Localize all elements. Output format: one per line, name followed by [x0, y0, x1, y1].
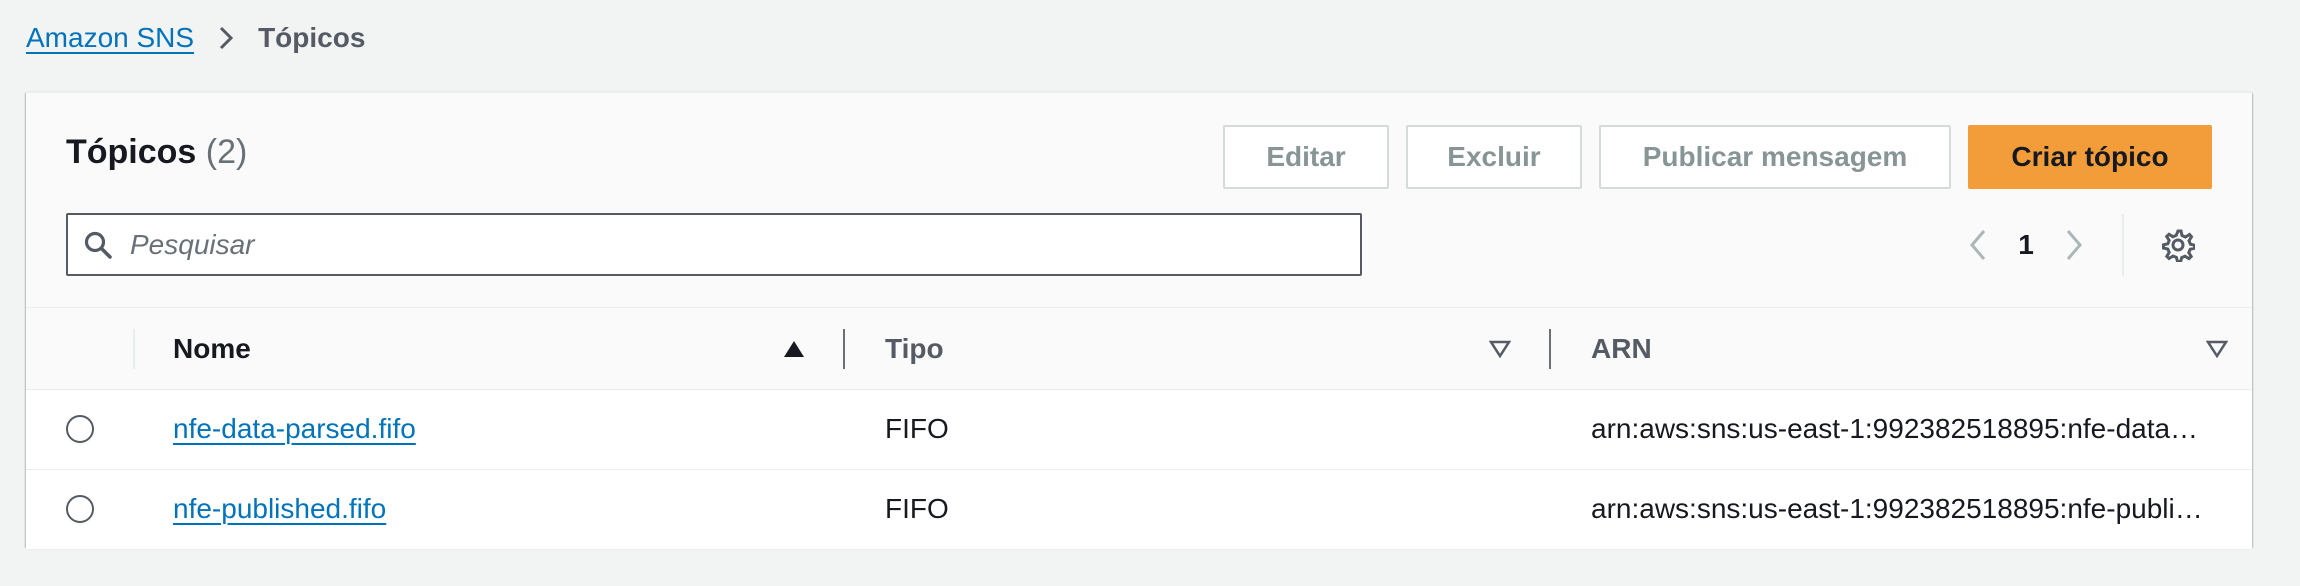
- arn-cell: arn:aws:sns:us-east-1:992382518895:nfe-p…: [1591, 493, 2203, 525]
- panel-header: Tópicos (2) Editar Excluir Publicar mens…: [26, 93, 2252, 308]
- search-icon: [68, 230, 128, 260]
- row-select-cell: [26, 389, 133, 469]
- breadcrumb-link-amazon-sns[interactable]: Amazon SNS: [26, 22, 194, 54]
- name-column-label: Nome: [173, 332, 251, 364]
- row-radio-button[interactable]: [66, 495, 94, 524]
- type-column-header[interactable]: Tipo: [845, 309, 1551, 389]
- name-cell: nfe-data-parsed.fifo: [133, 389, 845, 469]
- sort-descending-icon[interactable]: [1488, 333, 1512, 365]
- table-row: nfe-data-parsed.fifo FIFO arn:aws:sns:us…: [26, 389, 2252, 469]
- page-title-text: Tópicos: [66, 133, 197, 171]
- row-select-cell: [26, 469, 133, 549]
- pagination: 1: [1950, 214, 2206, 276]
- type-cell: FIFO: [885, 413, 949, 444]
- arn-cell: arn:aws:sns:us-east-1:992382518895:nfe-d…: [1591, 413, 2199, 444]
- search-box: [66, 213, 1362, 276]
- search-input[interactable]: [128, 215, 1360, 274]
- page-title: Tópicos (2): [66, 133, 247, 172]
- previous-page-button[interactable]: [1950, 228, 2006, 262]
- breadcrumb-current: Tópicos: [258, 22, 366, 53]
- toolbar-actions: Editar Excluir Publicar mensagem Criar t…: [1223, 125, 2212, 189]
- pagination-divider: [2122, 214, 2124, 276]
- publish-message-button[interactable]: Publicar mensagem: [1599, 125, 1951, 189]
- topic-name-link[interactable]: nfe-published.fifo: [173, 493, 386, 524]
- breadcrumb: Amazon SNS Tópicos: [26, 18, 365, 58]
- table-header-row: Nome Tipo ARN: [26, 309, 2252, 389]
- chevron-right-icon: [216, 24, 236, 52]
- arn-column-label: ARN: [1591, 332, 1652, 364]
- topic-name-link[interactable]: nfe-data-parsed.fifo: [173, 413, 416, 444]
- topic-count: (2): [205, 133, 248, 171]
- type-cell: FIFO: [885, 493, 949, 525]
- current-page-number[interactable]: 1: [2006, 229, 2046, 261]
- sort-descending-icon[interactable]: [2205, 333, 2229, 365]
- sort-ascending-icon[interactable]: [783, 333, 805, 365]
- row-radio-button[interactable]: [66, 415, 94, 443]
- arn-column-header[interactable]: ARN: [1551, 309, 2252, 389]
- table-row: nfe-published.fifo FIFO arn:aws:sns:us-e…: [26, 469, 2252, 549]
- delete-button[interactable]: Excluir: [1406, 125, 1582, 189]
- select-column-header: [26, 309, 133, 389]
- column-divider: [133, 329, 135, 369]
- next-page-button[interactable]: [2046, 228, 2102, 262]
- create-topic-button[interactable]: Criar tópico: [1968, 125, 2212, 189]
- name-cell: nfe-published.fifo: [133, 469, 845, 549]
- type-column-label: Tipo: [885, 332, 944, 364]
- topics-panel: Tópicos (2) Editar Excluir Publicar mens…: [26, 92, 2252, 549]
- settings-gear-icon[interactable]: [2150, 228, 2206, 262]
- edit-button[interactable]: Editar: [1223, 125, 1389, 189]
- name-column-header[interactable]: Nome: [133, 309, 845, 389]
- topics-table: Nome Tipo ARN nfe-data-parsed.fifo FIFO …: [26, 309, 2252, 549]
